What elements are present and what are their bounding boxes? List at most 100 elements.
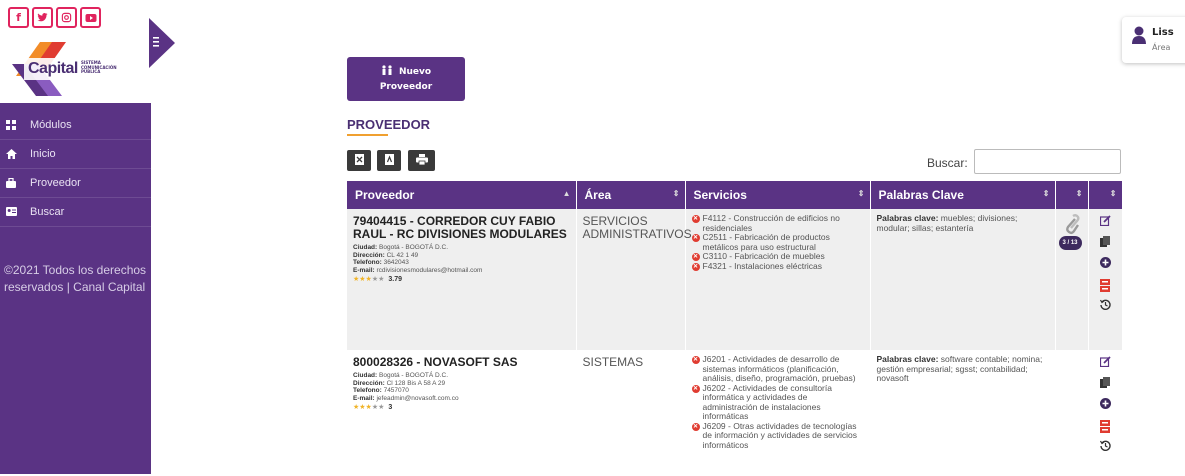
- new-provider-button[interactable]: Nuevo Proveedor: [347, 57, 465, 101]
- edit-icon[interactable]: [1095, 215, 1116, 236]
- print-icon: [415, 153, 428, 168]
- new-provider-label-1: Nuevo: [398, 67, 432, 77]
- sidebar-item-buscar[interactable]: Buscar: [0, 198, 151, 227]
- area-cell: SISTEMAS: [576, 350, 686, 476]
- add-circle-icon[interactable]: [1095, 257, 1116, 278]
- column-header-area[interactable]: Área ⇕: [576, 181, 686, 209]
- sort-icon: ⇕: [857, 189, 865, 198]
- social-links: f: [8, 7, 101, 28]
- field-value: CL 42 1 49: [386, 251, 419, 259]
- remove-service-icon[interactable]: ✕: [691, 384, 700, 393]
- briefcase-icon: [6, 177, 16, 188]
- rating-value: 3.79: [388, 276, 403, 283]
- table-row: 800028326 - NOVASOFT SAS Ciudad: Bogotá …: [347, 350, 1123, 476]
- title-underline: [347, 134, 388, 136]
- actions-cell: [1088, 209, 1123, 350]
- field-label: Ciudad:: [353, 244, 378, 251]
- people-icon: [381, 64, 393, 81]
- provider-city: Ciudad: Bogotá - BOGOTÁ D.C.: [353, 372, 570, 380]
- field-value: Bogotá - BOGOTÁ D.C.: [379, 372, 449, 379]
- service-item: ✕ F4321 - Instalaciones eléctricas: [691, 260, 864, 272]
- remove-service-icon[interactable]: ✕: [691, 215, 700, 223]
- sidebar-item-label: Inicio: [30, 148, 56, 160]
- table-row: 79404415 - CORREDOR CUY FABIO RAUL - RC …: [347, 209, 1123, 350]
- field-label: E-mail:: [353, 394, 375, 402]
- add-circle-icon[interactable]: [1095, 398, 1116, 419]
- sidebar-footer: ©2021 Todos los derechos reservados | Ca…: [4, 263, 147, 294]
- remove-service-icon[interactable]: ✕: [691, 253, 700, 261]
- sort-icon: ⇕: [1109, 189, 1117, 198]
- field-value: 3642043: [383, 259, 409, 266]
- provider-name[interactable]: 800028326 - NOVASOFT SAS: [353, 356, 570, 369]
- sidebar-item-label: Buscar: [30, 206, 65, 218]
- twitter-icon[interactable]: [32, 7, 53, 28]
- copy-icon[interactable]: [1095, 236, 1116, 257]
- field-value: 7457070: [383, 387, 409, 394]
- service-text: F4321 - Instalaciones eléctricas: [702, 260, 823, 271]
- export-pdf-button[interactable]: [377, 150, 401, 171]
- brand-logo[interactable]: Capital SISTEMA COMUNICACIÓN PÚBLICA: [6, 38, 146, 100]
- service-text: J6201 - Actividades de desarrollo de sis…: [702, 354, 856, 383]
- services-cell: ✕ J6201 - Actividades de desarrollo de si…: [685, 350, 871, 476]
- history-icon[interactable]: [1095, 299, 1116, 320]
- sidebar-item-modulos[interactable]: Módulos: [0, 111, 151, 140]
- export-excel-button[interactable]: [347, 150, 371, 171]
- sidebar-toggle-button[interactable]: [149, 18, 175, 68]
- attachments-cell: [1055, 350, 1089, 476]
- grid-icon: [6, 120, 16, 130]
- table-header-row: Proveedor ▲ Área ⇕ Servicios ⇕ Palabras Cla…: [347, 181, 1123, 209]
- excel-icon: [354, 153, 364, 168]
- sort-icon: ⇕: [1075, 189, 1083, 198]
- sidebar-item-inicio[interactable]: Inicio: [0, 140, 151, 169]
- user-name: Liss: [1152, 27, 1174, 38]
- provider-address: Dirección: CL 42 1 49: [353, 252, 570, 260]
- remove-service-icon[interactable]: ✕: [691, 234, 700, 242]
- youtube-icon[interactable]: [80, 7, 101, 28]
- provider-phone: Telefono: 7457070: [353, 387, 570, 395]
- column-header-proveedor[interactable]: Proveedor ▲: [347, 181, 577, 209]
- provider-city: Ciudad: Bogotá - BOGOTÁ D.C.: [353, 244, 570, 252]
- services-cell: ✕ F4112 - Construcción de edificios no re…: [685, 209, 871, 350]
- column-header-actions[interactable]: ⇕: [1088, 181, 1123, 209]
- provider-name[interactable]: 79404415 - CORREDOR CUY FABIO RAUL - RC …: [353, 215, 570, 241]
- new-provider-label-2: Proveedor: [379, 81, 433, 92]
- edit-icon[interactable]: [1095, 356, 1116, 377]
- service-text: F4112 - Construcción de edificios no res…: [702, 213, 840, 233]
- field-label: E-mail:: [353, 266, 375, 274]
- print-button[interactable]: [408, 150, 435, 171]
- service-text: C2511 - Fabricación de productos metálic…: [702, 232, 830, 252]
- history-icon[interactable]: [1095, 440, 1116, 461]
- service-text: J6202 - Actividades de consultoría infor…: [702, 382, 832, 421]
- column-header-attachments[interactable]: ⇕: [1055, 181, 1089, 209]
- remove-service-icon[interactable]: ✕: [691, 262, 700, 271]
- id-card-icon: [6, 207, 17, 217]
- field-label: Dirección:: [353, 251, 385, 259]
- column-header-palabras-clave[interactable]: Palabras Clave ⇕: [870, 181, 1056, 209]
- column-header-label: Servicios: [693, 188, 747, 202]
- field-label: Telefono:: [353, 259, 382, 266]
- field-value: Cl 128 Bis A 58 A 29: [386, 379, 446, 387]
- field-label: Dirección:: [353, 379, 385, 387]
- field-value: rcdivisionesmodulares@hotmail.com: [376, 266, 483, 274]
- service-item: ✕ F4112 - Construcción de edificios no re…: [691, 213, 864, 233]
- copy-icon[interactable]: [1095, 377, 1116, 398]
- provider-phone: Telefono: 3642043: [353, 259, 570, 267]
- attachments-badge: 3 / 13: [1058, 236, 1082, 250]
- facebook-icon[interactable]: f: [8, 7, 29, 28]
- service-item: ✕ C2511 - Fabricación de productos metáli…: [691, 232, 864, 252]
- sidebar-item-label: Proveedor: [30, 177, 81, 189]
- keywords-cell: Palabras clave: muebles; divisiones; mod…: [870, 209, 1056, 350]
- providers-table: Proveedor ▲ Área ⇕ Servicios ⇕ Palabras Cla…: [347, 181, 1123, 476]
- column-header-label: Palabras Clave: [878, 188, 964, 202]
- sidebar-item-proveedor[interactable]: Proveedor: [0, 169, 151, 198]
- user-menu[interactable]: Liss Área: [1122, 17, 1185, 63]
- calendar-icon[interactable]: [1095, 419, 1116, 440]
- remove-service-icon[interactable]: ✕: [691, 422, 700, 431]
- column-header-servicios[interactable]: Servicios ⇕: [685, 181, 871, 209]
- actions-cell: [1088, 350, 1123, 476]
- instagram-icon[interactable]: [56, 7, 77, 28]
- search-input[interactable]: [974, 149, 1121, 174]
- keywords-label: Palabras clave:: [876, 354, 939, 364]
- calendar-icon[interactable]: [1095, 278, 1116, 299]
- remove-service-icon[interactable]: ✕: [691, 356, 700, 364]
